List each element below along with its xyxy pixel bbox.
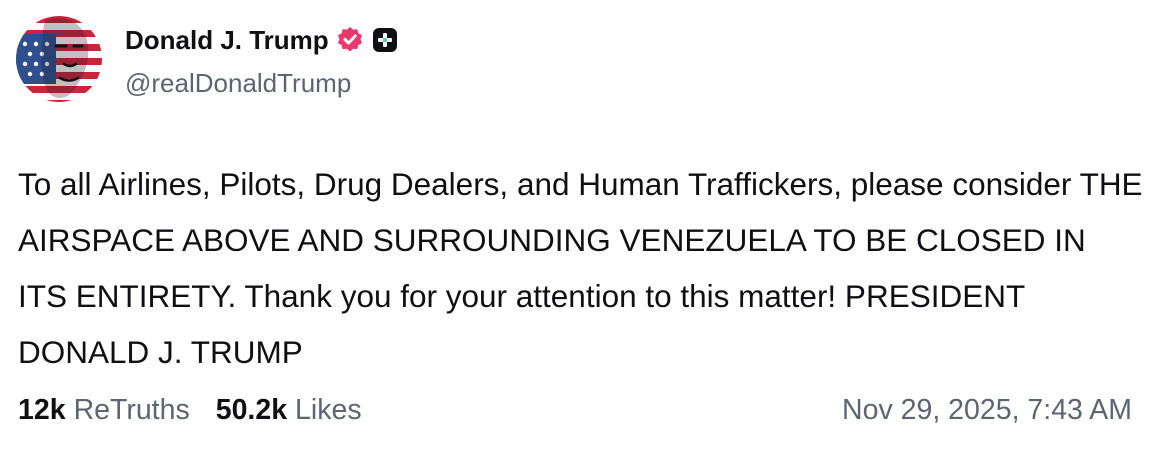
avatar-image (16, 16, 102, 102)
likes-count: 50.2k (215, 394, 288, 426)
author-display-name[interactable]: Donald J. Trump (125, 25, 329, 56)
retruths-count: 12k (18, 394, 66, 426)
author-handle[interactable]: @realDonaldTrump (125, 68, 351, 99)
likes-stat[interactable]: 50.2k Likes (216, 394, 362, 427)
retruths-label: ReTruths (73, 394, 190, 426)
verified-badge-icon (336, 26, 364, 54)
post-stats: 12k ReTruths 50.2k Likes (18, 394, 362, 427)
post-timestamp[interactable]: Nov 29, 2025, 7:43 AM (842, 394, 1132, 427)
author-name-row: Donald J. Trump (125, 22, 398, 58)
post-text: To all Airlines, Pilots, Drug Dealers, a… (18, 166, 1143, 370)
author-avatar[interactable] (16, 16, 102, 102)
likes-label: Likes (295, 394, 362, 426)
post-card: Donald J. Trump @realDonaldTrump To all … (0, 0, 1158, 454)
retruths-stat[interactable]: 12k ReTruths (18, 394, 190, 427)
plus-badge-icon (372, 27, 398, 53)
